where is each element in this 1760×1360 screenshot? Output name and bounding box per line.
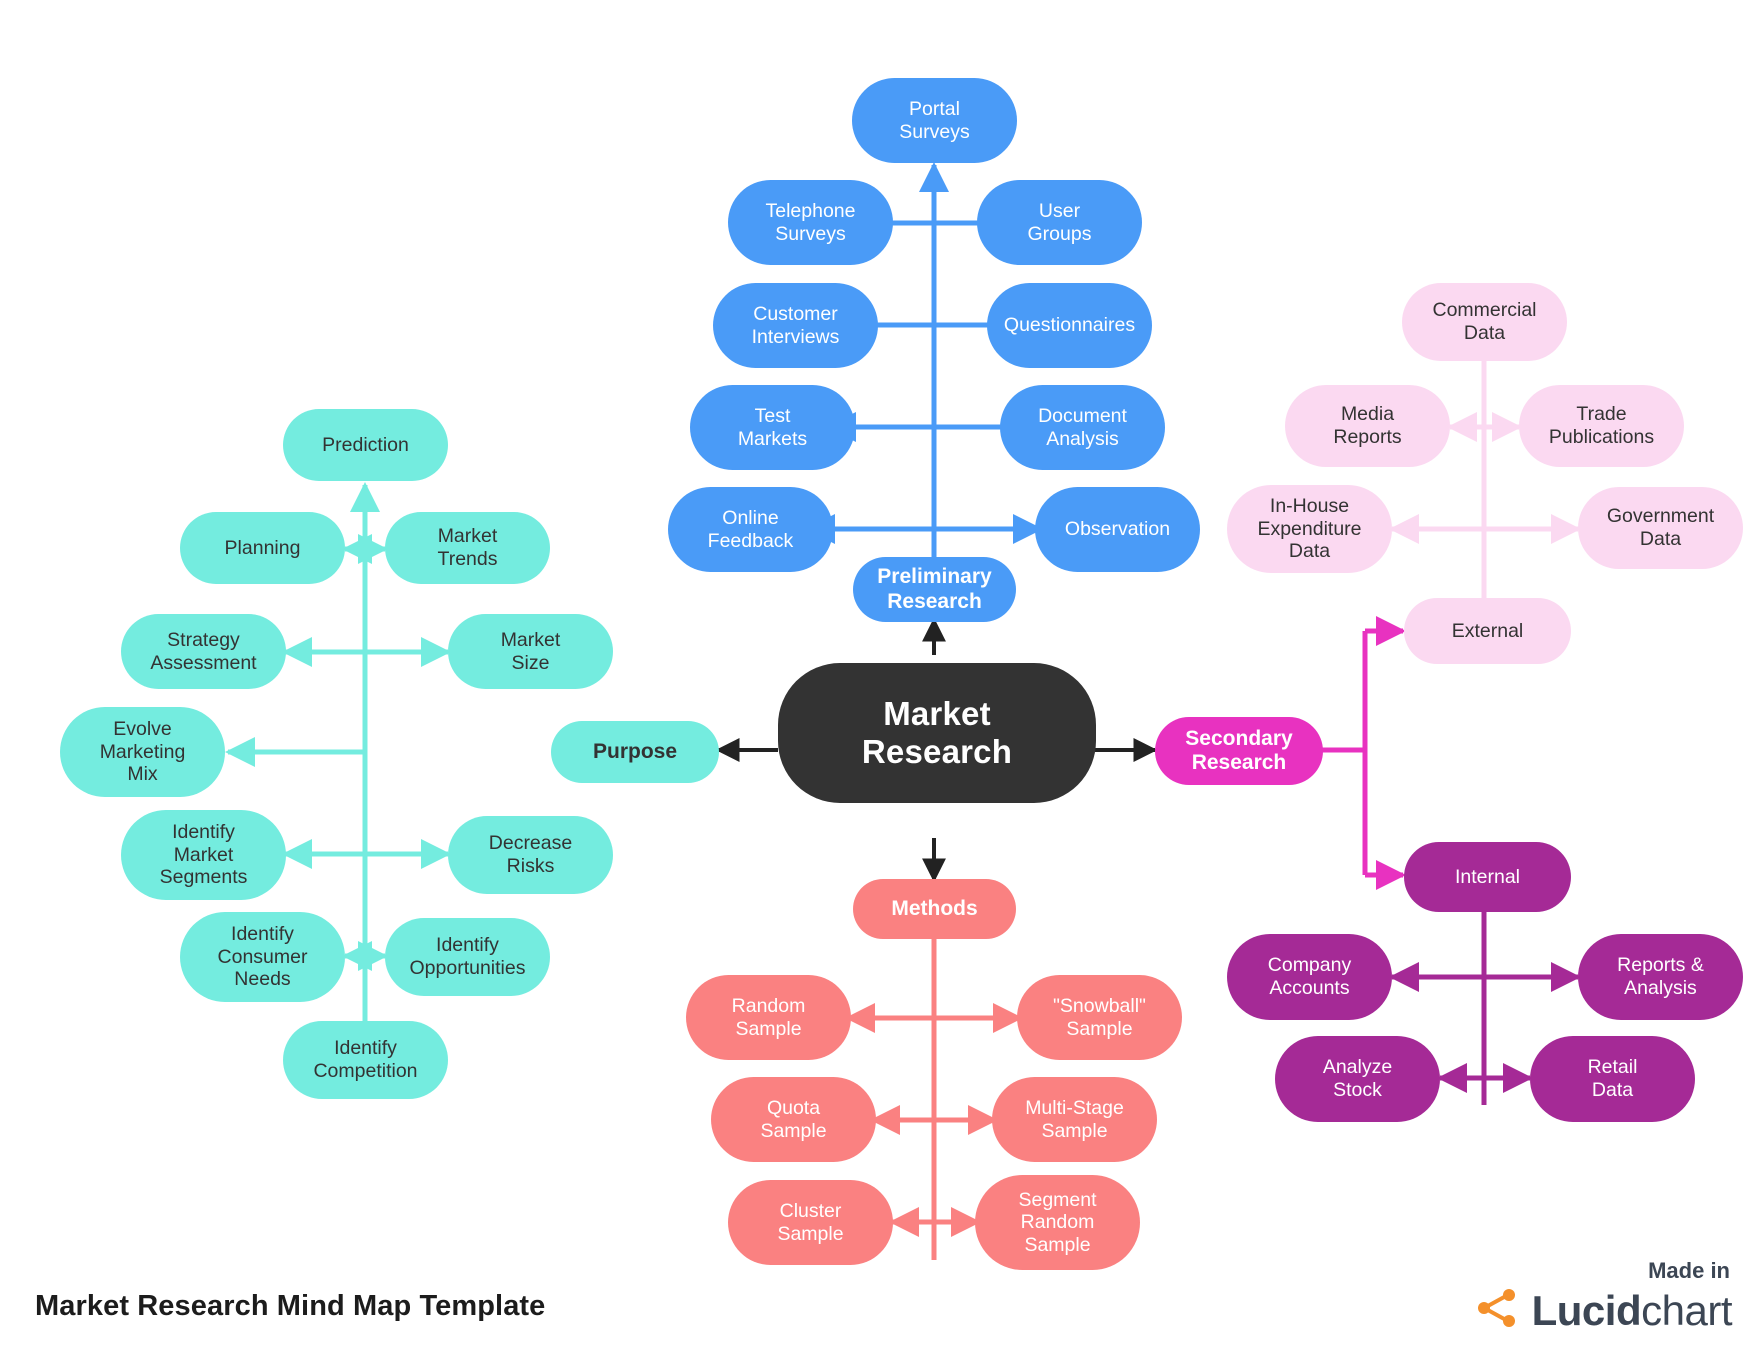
leaf-node-segment-random-sample[interactable]: Segment Random Sample xyxy=(975,1175,1140,1270)
leaf-node-portal-surveys[interactable]: Portal Surveys xyxy=(852,78,1017,163)
leaf-label: Decrease Risks xyxy=(488,832,573,877)
leaf-node-identify-opportunities[interactable]: Identify Opportunities xyxy=(385,918,550,996)
leaf-label: Quota Sample xyxy=(760,1096,827,1142)
leaf-label: Questionnaires xyxy=(1003,314,1136,337)
leaf-label: Online Feedback xyxy=(707,506,794,552)
leaf-node-random-sample[interactable]: Random Sample xyxy=(686,975,851,1060)
leaf-label: Segment Random Sample xyxy=(1018,1188,1097,1256)
leaf-node-identify-market-segments[interactable]: Identify Market Segments xyxy=(121,810,286,900)
made-in-label: Made in xyxy=(1648,1258,1730,1283)
leaf-label: Prediction xyxy=(322,433,409,456)
branch-node-internal[interactable]: Internal xyxy=(1404,842,1571,912)
leaf-label: Trade Publications xyxy=(1548,403,1655,448)
leaf-node-online-feedback[interactable]: Online Feedback xyxy=(668,487,833,572)
branch-label-purpose: Purpose xyxy=(592,739,678,763)
leaf-node-observation[interactable]: Observation xyxy=(1035,487,1200,572)
leaf-node-cluster-sample[interactable]: Cluster Sample xyxy=(728,1180,893,1265)
page-title: Market Research Mind Map Template xyxy=(35,1290,546,1322)
leaf-label: Reports & Analysis xyxy=(1617,954,1704,999)
leaf-label: Market Trends xyxy=(437,525,498,570)
branch-node-purpose[interactable]: Purpose xyxy=(551,721,719,783)
leaf-label: Commercial Data xyxy=(1432,299,1537,344)
leaf-label: Observation xyxy=(1064,518,1171,541)
leaf-node-multi-stage-sample[interactable]: Multi-Stage Sample xyxy=(992,1077,1157,1162)
leaf-node-market-size[interactable]: Market Size xyxy=(448,614,613,689)
leaf-node-market-trends[interactable]: Market Trends xyxy=(385,512,550,584)
branch-label-external: External xyxy=(1451,619,1524,642)
leaf-label: Retail Data xyxy=(1587,1056,1638,1101)
leaf-label: Strategy Assessment xyxy=(150,628,257,674)
branch-label-methods: Methods xyxy=(891,896,978,920)
leaf-node-in-house-expenditure-data[interactable]: In-House Expenditure Data xyxy=(1227,485,1392,573)
leaf-node-snowball-sample[interactable]: "Snowball" Sample xyxy=(1017,975,1182,1060)
lucidchart-wordmark: Lucidchart xyxy=(1531,1286,1733,1334)
branch-node-external[interactable]: External xyxy=(1404,598,1571,664)
leaf-node-customer-interviews[interactable]: Customer Interviews xyxy=(713,283,878,368)
leaf-node-analyze-stock[interactable]: Analyze Stock xyxy=(1275,1036,1440,1122)
branch-node-methods[interactable]: Methods xyxy=(853,879,1016,939)
leaf-label: Telephone Surveys xyxy=(765,199,856,245)
root-node-label: Market Research xyxy=(861,694,1013,770)
lucidchart-branding: Made in Lucidchart xyxy=(1432,1258,1732,1333)
leaf-label: Government Data xyxy=(1606,505,1715,550)
leaf-node-trade-publications[interactable]: Trade Publications xyxy=(1519,385,1684,467)
leaf-label: Document Analysis xyxy=(1038,404,1127,450)
leaf-label: Market Size xyxy=(500,628,561,674)
leaf-label: Identify Competition xyxy=(313,1037,418,1082)
leaf-node-questionnaires[interactable]: Questionnaires xyxy=(987,283,1152,368)
leaf-label: Multi-Stage Sample xyxy=(1025,1096,1124,1142)
leaf-node-government-data[interactable]: Government Data xyxy=(1578,487,1743,569)
leaf-label: Analyze Stock xyxy=(1322,1056,1393,1101)
leaf-label: "Snowball" Sample xyxy=(1053,994,1146,1040)
leaf-node-evolve-marketing-mix[interactable]: Evolve Marketing Mix xyxy=(60,707,225,797)
leaf-label: Identify Consumer Needs xyxy=(217,923,308,991)
leaf-node-quota-sample[interactable]: Quota Sample xyxy=(711,1077,876,1162)
leaf-label: Planning xyxy=(224,536,301,559)
leaf-label: Customer Interviews xyxy=(751,302,840,348)
mind-map-canvas: Market Research Preliminary Research Pur… xyxy=(0,0,1760,1360)
leaf-label: Test Markets xyxy=(737,404,808,450)
leaf-label: Portal Surveys xyxy=(899,97,970,143)
leaf-node-identify-consumer-needs[interactable]: Identify Consumer Needs xyxy=(180,912,345,1002)
leaf-label: Media Reports xyxy=(1333,403,1402,448)
branch-label-preliminary-research: Preliminary Research xyxy=(877,565,992,613)
branch-node-preliminary-research[interactable]: Preliminary Research xyxy=(853,557,1016,622)
wordmark-bold: Lucid xyxy=(1531,1286,1642,1334)
leaf-node-test-markets[interactable]: Test Markets xyxy=(690,385,855,470)
root-node-market-research[interactable]: Market Research xyxy=(778,663,1096,803)
leaf-node-company-accounts[interactable]: Company Accounts xyxy=(1227,934,1392,1020)
leaf-node-decrease-risks[interactable]: Decrease Risks xyxy=(448,816,613,894)
leaf-node-retail-data[interactable]: Retail Data xyxy=(1530,1036,1695,1122)
leaf-label: Random Sample xyxy=(731,994,806,1040)
branch-label-internal: Internal xyxy=(1454,865,1521,888)
leaf-label: Identify Market Segments xyxy=(159,821,248,889)
leaf-node-prediction[interactable]: Prediction xyxy=(283,409,448,481)
leaf-node-user-groups[interactable]: User Groups xyxy=(977,180,1142,265)
leaf-label: Evolve Marketing Mix xyxy=(99,718,186,786)
leaf-node-identify-competition[interactable]: Identify Competition xyxy=(283,1021,448,1099)
branch-label-secondary-research: Secondary Research xyxy=(1185,726,1293,774)
leaf-node-document-analysis[interactable]: Document Analysis xyxy=(1000,385,1165,470)
leaf-node-media-reports[interactable]: Media Reports xyxy=(1285,385,1450,467)
branch-node-secondary-research[interactable]: Secondary Research xyxy=(1155,717,1323,785)
lucidchart-logo-icon xyxy=(1476,1288,1522,1333)
wordmark-light: chart xyxy=(1641,1286,1732,1334)
leaf-label: User Groups xyxy=(1027,199,1092,245)
leaf-label: In-House Expenditure Data xyxy=(1257,495,1362,563)
leaf-node-planning[interactable]: Planning xyxy=(180,512,345,584)
leaf-node-reports-analysis[interactable]: Reports & Analysis xyxy=(1578,934,1743,1020)
leaf-node-strategy-assessment[interactable]: Strategy Assessment xyxy=(121,614,286,689)
leaf-node-commercial-data[interactable]: Commercial Data xyxy=(1402,283,1567,361)
leaf-label: Company Accounts xyxy=(1267,954,1352,999)
leaf-label: Cluster Sample xyxy=(777,1199,844,1245)
leaf-label: Identify Opportunities xyxy=(409,934,526,979)
leaf-node-telephone-surveys[interactable]: Telephone Surveys xyxy=(728,180,893,265)
